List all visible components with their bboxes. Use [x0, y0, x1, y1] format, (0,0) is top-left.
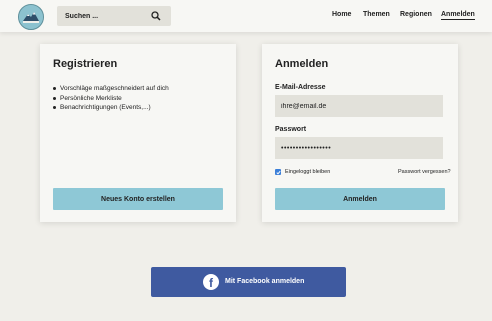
register-title: Registrieren [53, 58, 118, 70]
nav-anmelden[interactable]: Anmelden [441, 11, 475, 20]
logo-icon[interactable] [18, 4, 44, 30]
forgot-password-link[interactable]: Passwort vergessen? [398, 169, 451, 175]
register-card: Registrieren Vorschläge maßgeschneidert … [40, 44, 236, 222]
search-icon[interactable] [151, 11, 161, 21]
list-item: Benachrichtigungen (Events,...) [53, 103, 169, 113]
facebook-icon: f [203, 274, 219, 290]
email-label: E-Mail-Adresse [275, 84, 326, 91]
login-button[interactable]: Anmelden [275, 188, 445, 210]
login-title: Anmelden [275, 58, 329, 70]
search-bar [57, 6, 171, 26]
remember-label[interactable]: Eingeloggt bleiben [285, 169, 330, 175]
facebook-login-button[interactable]: f Mit Facebook anmelden [151, 267, 346, 297]
search-input[interactable] [63, 11, 147, 21]
checkmark-icon [275, 170, 281, 175]
nav-regionen[interactable]: Regionen [400, 11, 432, 18]
nav-home[interactable]: Home [332, 11, 351, 18]
top-header: Home Themen Regionen Anmelden [0, 0, 492, 32]
list-item: Vorschläge maßgeschneidert auf dich [53, 84, 169, 94]
password-field[interactable] [275, 137, 443, 159]
list-item: Persönliche Merkliste [53, 94, 169, 104]
password-label: Passwort [275, 126, 307, 133]
login-card: Anmelden E-Mail-Adresse Passwort Eingelo… [262, 44, 458, 222]
facebook-button-label: Mit Facebook anmelden [225, 278, 305, 285]
nav-themen[interactable]: Themen [363, 11, 390, 18]
create-account-button[interactable]: Neues Konto erstellen [53, 188, 223, 210]
register-benefits-list: Vorschläge maßgeschneidert auf dich Pers… [53, 84, 169, 113]
email-field[interactable] [275, 95, 443, 117]
remember-checkbox[interactable] [275, 169, 281, 175]
